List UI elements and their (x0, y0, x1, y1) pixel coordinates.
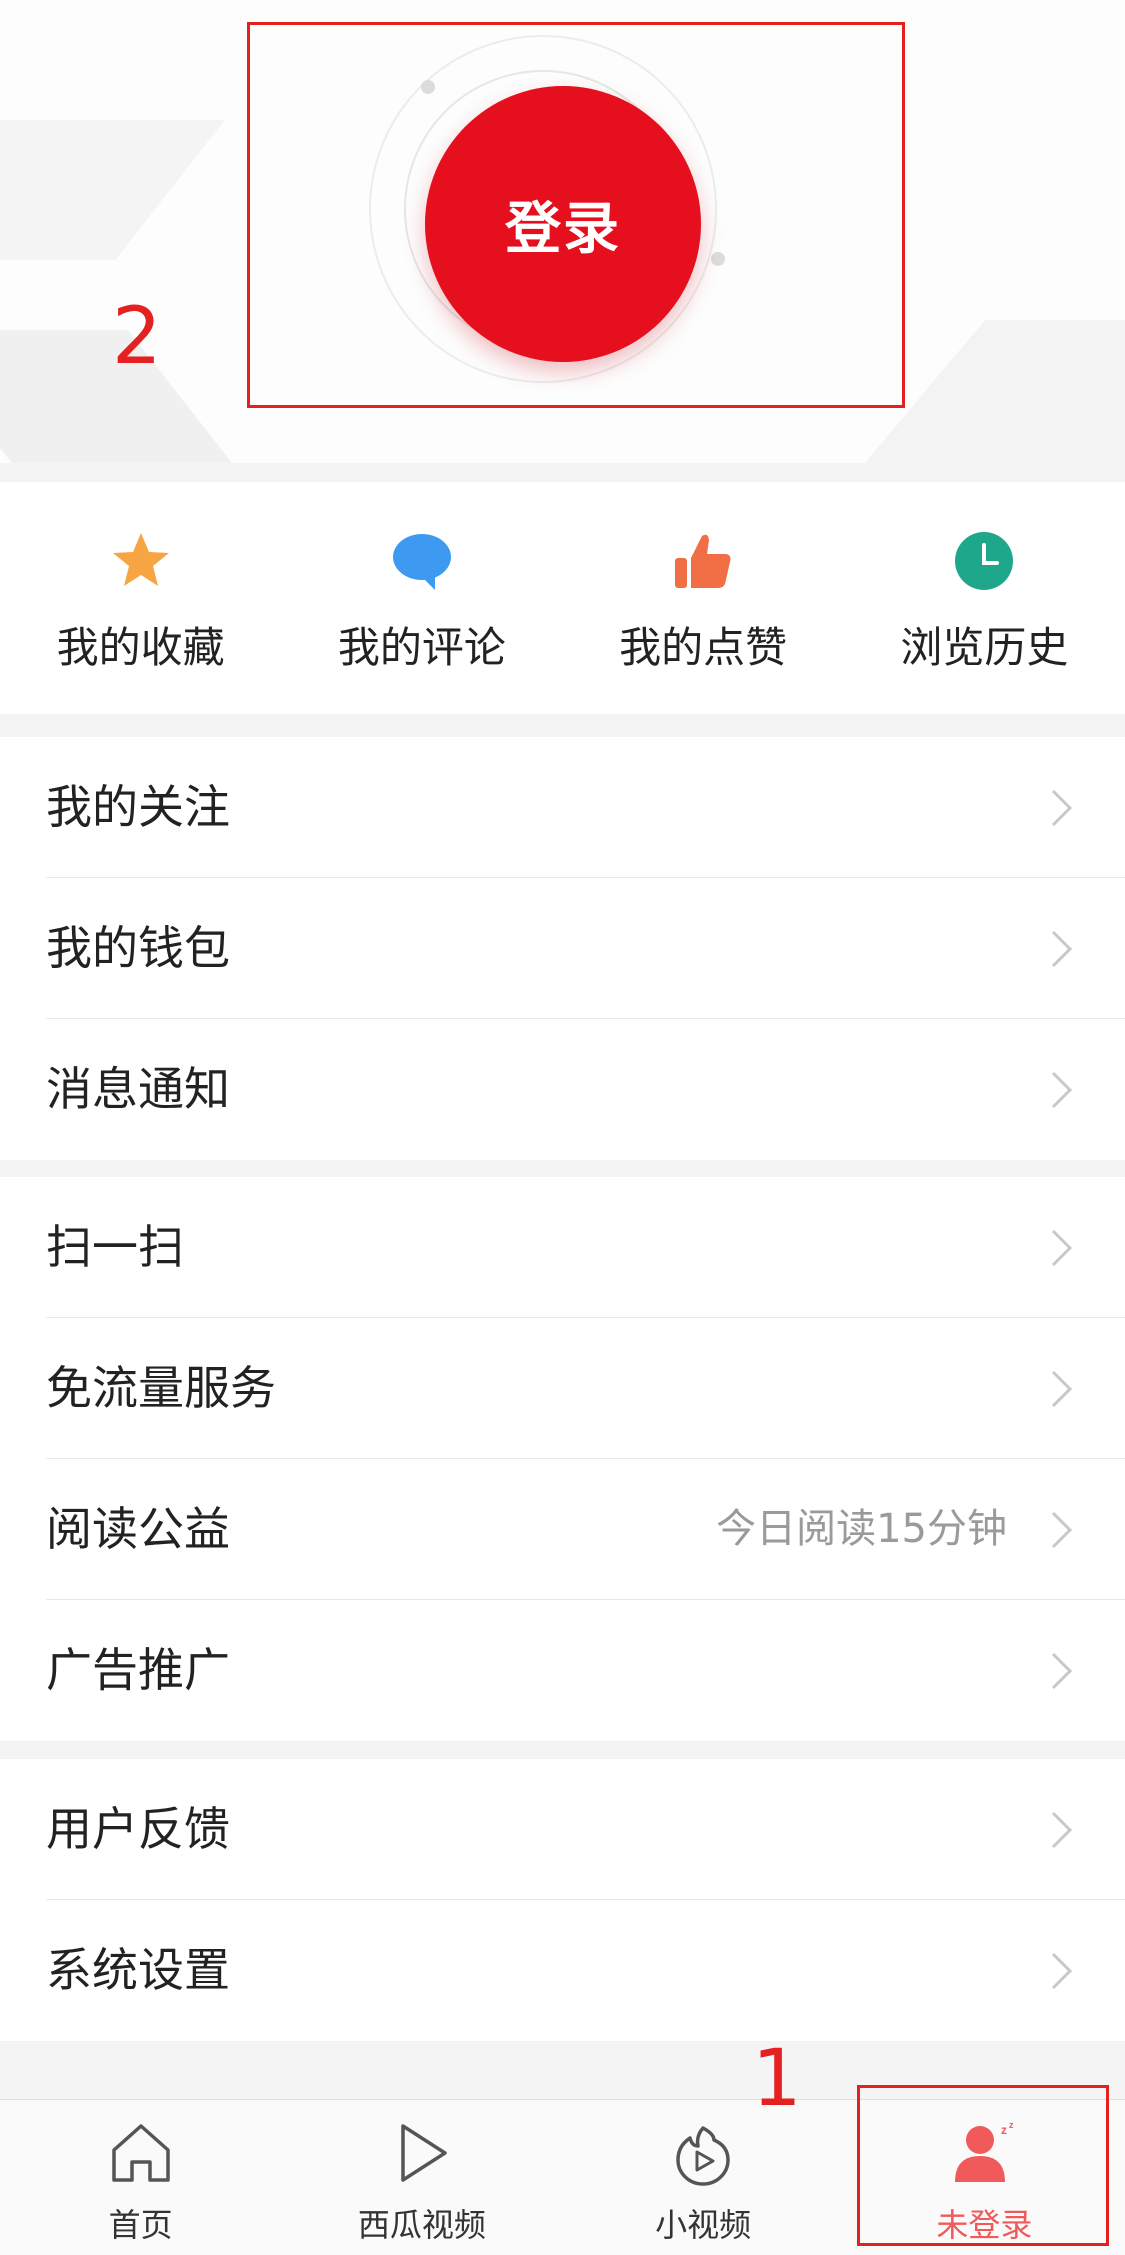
menu-item-label: 消息通知 (46, 1062, 230, 1116)
reading-time-hint: 今日阅读15分钟 (716, 1506, 1007, 1552)
menu-item-feedback[interactable]: 用户反馈 (0, 1759, 1125, 1900)
quick-action-likes[interactable]: 我的点赞 (563, 482, 844, 714)
clock-icon (955, 532, 1014, 590)
chevron-right-icon (1051, 1071, 1073, 1109)
tab-home[interactable]: 首页 (0, 2100, 281, 2255)
flame-play-icon (676, 2126, 730, 2186)
chevron-right-icon (1051, 1511, 1073, 1549)
annotation-box-1 (857, 2085, 1109, 2246)
quick-action-favorites[interactable]: 我的收藏 (0, 482, 281, 714)
quick-actions: 我的收藏 我的评论 我的点赞 浏览历史 (0, 482, 1125, 714)
quick-action-label: 我的评论 (337, 623, 506, 672)
chevron-right-icon (1051, 1229, 1073, 1267)
annotation-number-2: 2 (112, 292, 162, 382)
quick-action-comments[interactable]: 我的评论 (281, 482, 562, 714)
chevron-right-icon (1051, 1952, 1073, 1990)
tab-label: 小视频 (655, 2206, 752, 2244)
menu-item-label: 免流量服务 (46, 1361, 276, 1415)
menu-item-settings[interactable]: 系统设置 (0, 1900, 1125, 2041)
menu-item-label: 我的钱包 (46, 921, 230, 975)
menu-item-scan[interactable]: 扫一扫 (0, 1177, 1125, 1318)
menu-item-reading-charity[interactable]: 阅读公益 今日阅读15分钟 (0, 1459, 1125, 1600)
tab-xigua-video[interactable]: 西瓜视频 (281, 2100, 562, 2255)
menu-item-label: 扫一扫 (46, 1220, 184, 1274)
home-icon (111, 2124, 170, 2182)
thumbs-up-icon (675, 534, 731, 588)
tab-label: 西瓜视频 (357, 2206, 486, 2244)
menu-item-label: 广告推广 (46, 1643, 230, 1697)
menu-item-advertising[interactable]: 广告推广 (0, 1600, 1125, 1741)
menu-group-services: 扫一扫 免流量服务 阅读公益 今日阅读15分钟 广告推广 (0, 1177, 1125, 1741)
header-decoration (0, 120, 225, 260)
quick-action-label: 我的收藏 (56, 623, 225, 672)
menu-item-wallet[interactable]: 我的钱包 (0, 878, 1125, 1019)
annotation-number-1: 1 (752, 2034, 802, 2124)
chevron-right-icon (1051, 789, 1073, 827)
chevron-right-icon (1051, 930, 1073, 968)
chevron-right-icon (1051, 1370, 1073, 1408)
menu-item-following[interactable]: 我的关注 (0, 737, 1125, 878)
menu-item-label: 阅读公益 (46, 1502, 230, 1556)
menu-group-account: 我的关注 我的钱包 消息通知 (0, 737, 1125, 1160)
quick-action-label: 浏览历史 (900, 623, 1069, 672)
menu-item-label: 我的关注 (46, 780, 230, 834)
chevron-right-icon (1051, 1652, 1073, 1690)
star-icon (112, 533, 169, 586)
comment-icon (392, 534, 451, 590)
chevron-right-icon (1051, 1811, 1073, 1849)
play-icon (401, 2124, 447, 2182)
quick-action-label: 我的点赞 (619, 623, 788, 672)
menu-item-label: 系统设置 (46, 1943, 230, 1997)
menu-group-settings: 用户反馈 系统设置 (0, 1759, 1125, 2041)
quick-action-history[interactable]: 浏览历史 (844, 482, 1125, 714)
annotation-box-2 (247, 22, 905, 408)
menu-item-notifications[interactable]: 消息通知 (0, 1019, 1125, 1160)
tab-label: 首页 (108, 2206, 173, 2244)
menu-item-label: 用户反馈 (46, 1802, 230, 1856)
menu-item-free-data[interactable]: 免流量服务 (0, 1318, 1125, 1459)
